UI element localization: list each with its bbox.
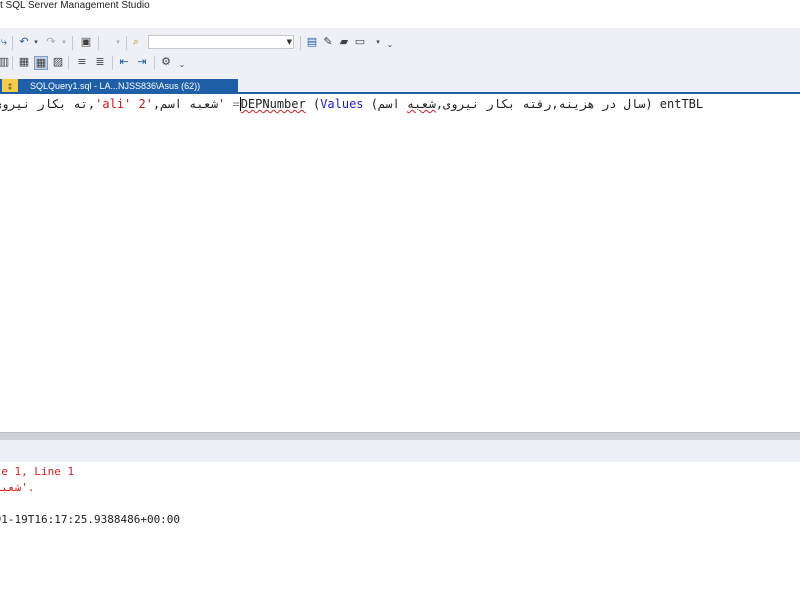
column-name-squiggle: شعبه bbox=[406, 97, 436, 111]
toolbar-separator bbox=[126, 36, 127, 50]
completion-time-line: -01-19T16:17:25.9388486+00:00 bbox=[0, 513, 181, 526]
chevron-down-icon[interactable]: ▾ bbox=[30, 36, 42, 48]
sql-editor-toolbar: ▥ ▦ ▦ ▨ ≡ ≣ ⇤ ⇥ ⚙ ⌄ bbox=[0, 54, 800, 72]
keyword-values: Values bbox=[320, 97, 364, 111]
chevron-down-icon[interactable]: ▾ bbox=[58, 36, 70, 48]
results-file-icon[interactable]: ▨ bbox=[52, 56, 64, 68]
results-text-icon[interactable]: ▥ bbox=[0, 56, 10, 68]
messages-pane[interactable]: ate 1, Line 1 'شعبه'. -01-19T16:17:25.93… bbox=[0, 462, 800, 600]
column-name-squiggle: DEPNumber bbox=[240, 97, 306, 111]
chevron-down-icon[interactable]: ▼ bbox=[287, 36, 292, 48]
toolbar-separator bbox=[154, 56, 155, 70]
results-tab-bar bbox=[0, 440, 800, 462]
folder-icon[interactable]: ⤷ bbox=[0, 36, 10, 48]
find-combo-input[interactable]: ▼ bbox=[148, 35, 294, 49]
toolbar-separator bbox=[98, 36, 99, 50]
code-text: ته بکار نیروی bbox=[0, 97, 88, 111]
results-grid-icon[interactable]: ▦ bbox=[18, 56, 30, 68]
toolbar-separator bbox=[72, 36, 73, 50]
toolbar-separator bbox=[12, 36, 13, 50]
toolbar-separator bbox=[300, 36, 301, 50]
redo-icon[interactable]: ↷ bbox=[45, 36, 57, 48]
wrench-icon[interactable]: ✎ bbox=[322, 36, 334, 48]
uncomment-icon[interactable]: ≣ bbox=[94, 56, 106, 68]
code-text: ( bbox=[305, 97, 321, 111]
string-literal: 'ali' bbox=[95, 97, 132, 111]
increase-indent-icon[interactable]: ⇥ bbox=[136, 56, 148, 68]
solution-explorer-icon[interactable]: ▤ bbox=[306, 36, 318, 48]
window-title: t SQL Server Management Studio bbox=[0, 0, 150, 11]
toolbar-separator bbox=[112, 56, 113, 70]
code-line-1[interactable]: ته بکار نیروی,'ali' شعبه اسم,'2' =DEPNum… bbox=[0, 96, 703, 112]
query-editor[interactable]: ته بکار نیروی,'ali' شعبه اسم,'2' =DEPNum… bbox=[0, 94, 800, 432]
overflow-icon[interactable]: ⌄ bbox=[384, 39, 396, 51]
standard-toolbar: ⤷ ↶ ▾ ↷ ▾ ▣ ▾ ⌕ ▼ ▤ ✎ ▰ ▭ ▾ ⌄ bbox=[0, 34, 800, 52]
chevron-down-icon[interactable]: ▾ bbox=[372, 36, 384, 48]
undo-icon[interactable]: ↶ bbox=[18, 36, 30, 48]
error-message-line: 'شعبه'. bbox=[0, 481, 35, 494]
error-message-line: ate 1, Line 1 bbox=[0, 465, 75, 478]
toolbar-separator bbox=[12, 56, 13, 70]
table-name: entTBL bbox=[659, 97, 704, 111]
toolbar-separator bbox=[68, 56, 69, 70]
find-icon[interactable]: ⌕ bbox=[130, 36, 142, 48]
title-bar: t SQL Server Management Studio bbox=[0, 0, 800, 28]
pane-splitter[interactable] bbox=[0, 432, 800, 440]
operator: = bbox=[225, 97, 240, 111]
toolbox-icon[interactable]: ▰ bbox=[338, 36, 350, 48]
properties-icon[interactable]: ▣ bbox=[80, 36, 92, 48]
chevron-down-icon[interactable]: ▾ bbox=[112, 36, 124, 48]
overflow-icon[interactable]: ⌄ bbox=[176, 59, 188, 71]
results-grid-active-icon[interactable]: ▦ bbox=[34, 56, 48, 70]
toolbar-area: ⤷ ↶ ▾ ↷ ▾ ▣ ▾ ⌕ ▼ ▤ ✎ ▰ ▭ ▾ ⌄ ▥ ▦ ▦ ▨ ≡ … bbox=[0, 28, 800, 76]
window-layout-icon[interactable]: ▭ bbox=[354, 36, 366, 48]
comment-icon[interactable]: ≡ bbox=[76, 56, 88, 68]
decrease-indent-icon[interactable]: ⇤ bbox=[118, 56, 130, 68]
specify-values-icon[interactable]: ⚙ bbox=[160, 56, 172, 68]
